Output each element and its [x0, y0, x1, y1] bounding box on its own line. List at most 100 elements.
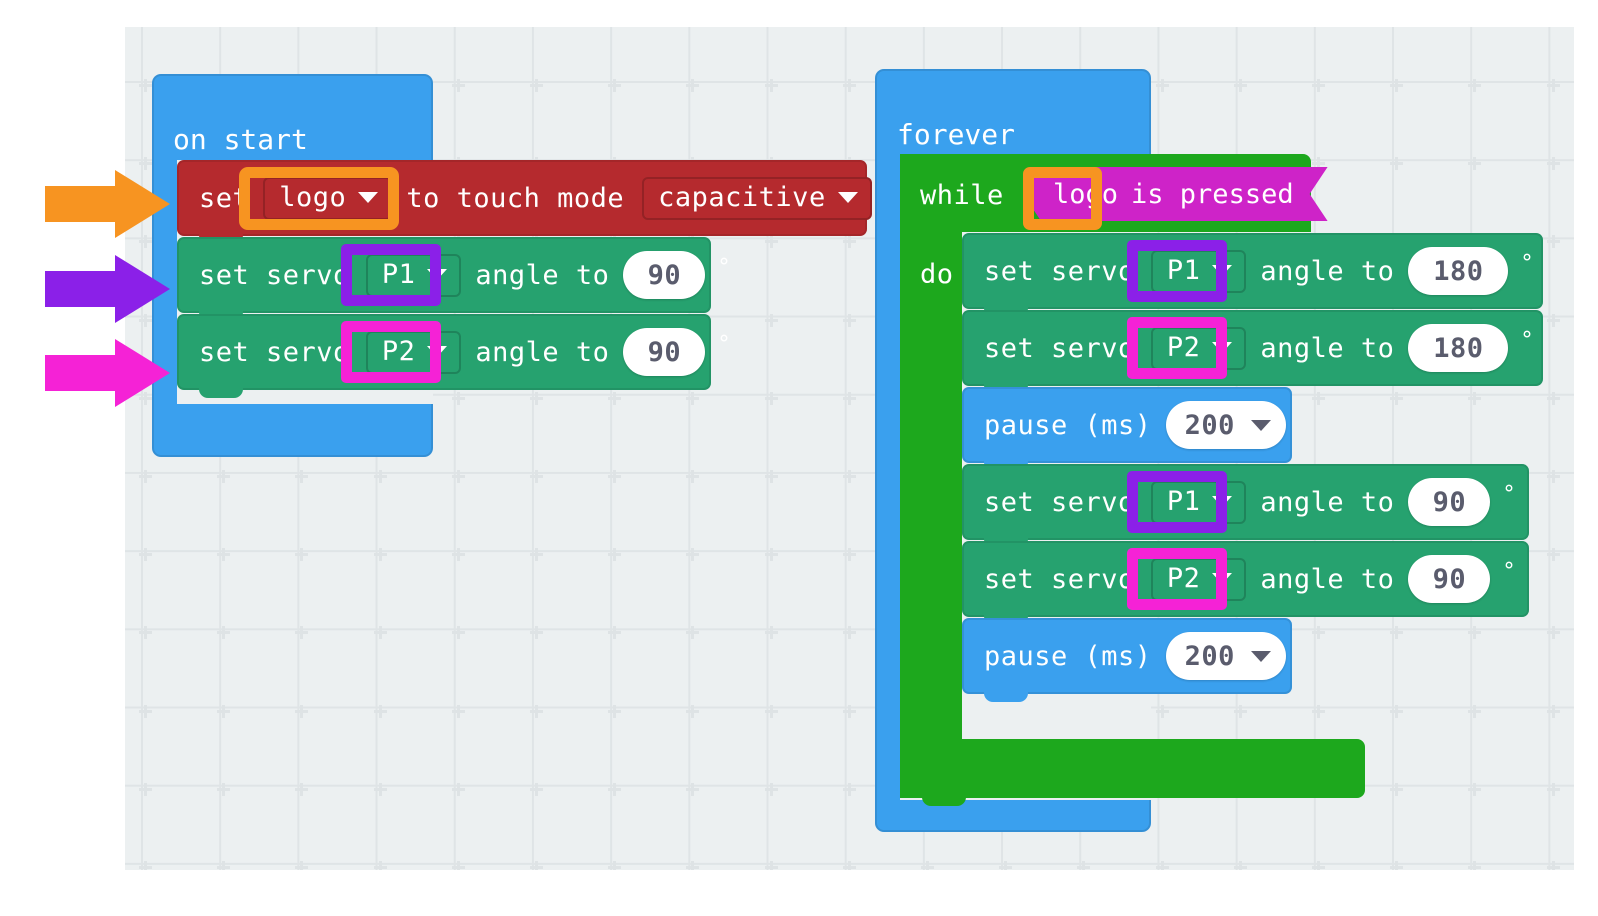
grid-cross [535, 548, 538, 562]
grid-cross [1317, 79, 1320, 92]
set-servo-p2-start-notch [199, 384, 243, 398]
grid-cross [535, 626, 538, 640]
pause-label: pause (ms) [984, 640, 1152, 672]
grid-cross [691, 548, 695, 562]
pause-duration-dropdown[interactable]: 200 [1165, 632, 1286, 680]
grid-cross [222, 704, 226, 718]
set-touch-mode-block[interactable]: set logo to touch mode capacitive [177, 160, 872, 236]
grid-cross [378, 704, 382, 718]
grid-cross [769, 470, 773, 483]
grid-cross [769, 79, 773, 92]
grid-cross [613, 861, 617, 870]
while-keyword-label: while [920, 179, 1004, 211]
touch-mode-dropdown[interactable]: capacitive [642, 176, 872, 220]
servo-pin-dropdown[interactable]: P2 [1150, 557, 1247, 601]
servo-pin-dropdown[interactable]: P1 [1150, 249, 1247, 293]
set-servo-label: set servo [199, 259, 350, 291]
grid-cross [456, 782, 460, 796]
pause-block-b[interactable]: pause (ms) 200 [962, 618, 1292, 694]
angle-to-label: angle to [1260, 332, 1395, 364]
servo-pin-value: P1 [381, 258, 416, 290]
grid-cross [1473, 391, 1477, 405]
set-servo-label: set servo [199, 336, 350, 368]
grid-cross [144, 157, 147, 171]
grid-cross [1317, 391, 1320, 405]
pause-duration-dropdown[interactable]: 200 [1165, 401, 1286, 449]
servo-pin-value: P2 [1166, 562, 1201, 594]
grid-cross [769, 391, 773, 405]
servo-pin-dropdown[interactable]: P1 [365, 253, 462, 297]
set-servo-p1-90-block[interactable]: set servo P1 angle to 90 ° [962, 464, 1529, 540]
grid-cross [1317, 704, 1320, 718]
set-servo-p1-start-block[interactable]: set servo P1 angle to 90 ° [177, 237, 731, 313]
angle-to-label: angle to [1260, 563, 1395, 595]
grid-cross [1551, 704, 1555, 718]
grid-cross [144, 782, 147, 796]
servo-angle-input[interactable]: 180 [1408, 247, 1509, 295]
grid-cross [769, 782, 773, 796]
grid-cross [300, 782, 304, 796]
servo-pin-dropdown[interactable]: P2 [1150, 326, 1247, 370]
servo-pin-value: P2 [381, 335, 416, 367]
grid-cross [1395, 157, 1399, 171]
grid-cross [1395, 704, 1399, 718]
set-servo-label: set servo [984, 563, 1135, 595]
grid-cross [691, 79, 695, 92]
grid-cross [222, 861, 226, 870]
grid-cross [613, 470, 617, 483]
grid-cross [1082, 861, 1086, 870]
grid-cross [613, 391, 617, 405]
grid-cross [535, 782, 538, 796]
servo-pin-dropdown[interactable]: P2 [365, 330, 462, 374]
set-servo-p2-90-block[interactable]: set servo P2 angle to 90 ° [962, 541, 1529, 617]
degree-symbol: ° [1520, 251, 1535, 276]
chevron-down-icon [837, 191, 858, 203]
grid-cross [144, 548, 147, 562]
servo-angle-input[interactable]: 90 [623, 328, 706, 376]
set-servo-p2-start-block[interactable]: set servo P2 angle to 90 ° [177, 314, 731, 390]
set-servo-p1-180-block[interactable]: set servo P1 angle to 180 ° [962, 233, 1543, 309]
servo-angle-input[interactable]: 180 [1408, 324, 1509, 372]
while-do-bottom-bar [900, 739, 1365, 798]
chevron-down-icon [427, 345, 448, 357]
grid-cross [613, 79, 617, 92]
servo-angle-input[interactable]: 90 [623, 251, 706, 299]
servo-pin-value: P2 [1166, 331, 1201, 363]
grid-cross [456, 391, 460, 405]
grid-cross [691, 470, 695, 483]
degree-symbol: ° [717, 255, 732, 280]
condition-predicate: is pressed [1131, 178, 1294, 210]
servo-angle-input[interactable]: 90 [1408, 555, 1491, 603]
grid-cross [1473, 704, 1477, 718]
pause-block-a[interactable]: pause (ms) 200 [962, 387, 1292, 463]
grid-cross [613, 704, 617, 718]
degree-symbol: ° [1502, 559, 1517, 584]
chevron-down-icon [1212, 341, 1233, 353]
grid-cross [144, 704, 147, 718]
grid-cross [769, 235, 773, 249]
grid-cross [535, 861, 538, 870]
grid-cross [1551, 157, 1555, 171]
angle-to-label: angle to [475, 259, 610, 291]
set-servo-p2-180-block[interactable]: set servo P2 angle to 180 ° [962, 310, 1543, 386]
grid-cross [847, 313, 851, 327]
logo-is-pressed-condition[interactable]: logo is pressed [1023, 167, 1328, 221]
grid-cross [222, 470, 226, 483]
touch-source-dropdown[interactable]: logo [263, 176, 393, 220]
grid-cross [691, 626, 695, 640]
servo-angle-input[interactable]: 90 [1408, 478, 1491, 526]
grid-cross [1551, 782, 1555, 796]
grid-cross [1160, 861, 1164, 870]
grid-cross [456, 626, 460, 640]
grid-cross [847, 626, 851, 640]
grid-cross [847, 391, 851, 405]
blocks-workspace-canvas[interactable]: on start set logo to touch mode capaciti… [125, 27, 1574, 870]
degree-symbol: ° [1502, 482, 1517, 507]
chevron-down-icon [1212, 495, 1233, 507]
servo-pin-dropdown[interactable]: P1 [1150, 480, 1247, 524]
grid-cross [1004, 861, 1008, 870]
grid-cross [222, 626, 226, 640]
grid-cross [144, 861, 147, 870]
grid-cross [613, 548, 617, 562]
touch-mode-value: capacitive [658, 181, 826, 213]
